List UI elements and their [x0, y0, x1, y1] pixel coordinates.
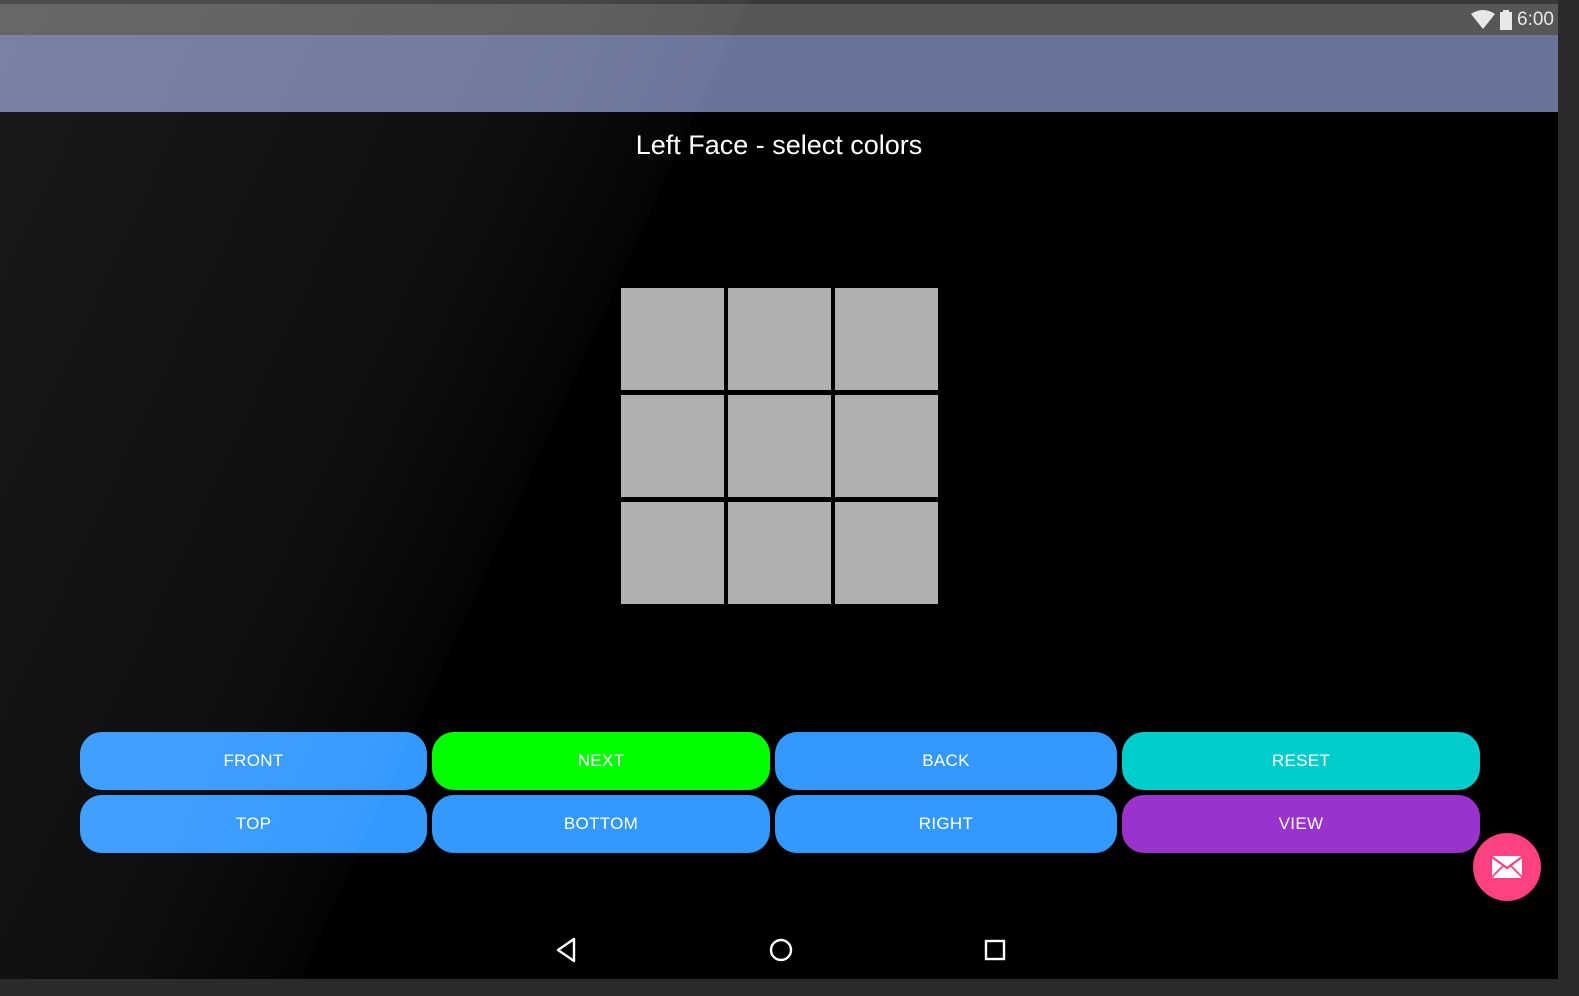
- wifi-icon: [1471, 10, 1496, 29]
- mail-icon: [1491, 856, 1523, 878]
- status-icons: 6:00: [1471, 9, 1554, 31]
- nav-recents-icon: [984, 939, 1006, 961]
- nav-home-button[interactable]: [766, 935, 796, 965]
- facelet-cell[interactable]: [835, 502, 938, 604]
- nav-home-icon: [769, 938, 793, 962]
- facelet-cell[interactable]: [621, 288, 724, 390]
- facelet-cell[interactable]: [728, 288, 831, 390]
- status-bar: 6:00: [0, 4, 1558, 35]
- nav-recents-button[interactable]: [980, 935, 1010, 965]
- facelet-cell[interactable]: [728, 502, 831, 604]
- front-button[interactable]: FRONT: [80, 732, 427, 790]
- facelet-cell[interactable]: [835, 395, 938, 497]
- right-button[interactable]: RIGHT: [775, 795, 1117, 853]
- view-button[interactable]: VIEW: [1122, 795, 1480, 853]
- cube-face-grid: [621, 288, 939, 605]
- back-button[interactable]: BACK: [775, 732, 1117, 790]
- app-bar: [0, 35, 1558, 112]
- reset-button[interactable]: RESET: [1122, 732, 1480, 790]
- nav-back-button[interactable]: [551, 935, 581, 965]
- next-button[interactable]: NEXT: [432, 732, 770, 790]
- nav-back-icon: [556, 937, 576, 963]
- mail-fab-button[interactable]: [1473, 833, 1541, 901]
- battery-icon: [1500, 10, 1513, 30]
- top-button[interactable]: TOP: [80, 795, 427, 853]
- device-screen: 6:00 Left Face - select colors FRONT NEX…: [0, 0, 1558, 979]
- window-frame-bottom: [0, 979, 1579, 996]
- bottom-button[interactable]: BOTTOM: [432, 795, 770, 853]
- status-time: 6:00: [1517, 9, 1554, 30]
- facelet-cell[interactable]: [621, 395, 724, 497]
- window-frame-right: [1558, 0, 1579, 996]
- facelet-cell[interactable]: [835, 288, 938, 390]
- facelet-cell[interactable]: [621, 502, 724, 604]
- page-title: Left Face - select colors: [635, 130, 923, 160]
- facelet-cell[interactable]: [728, 395, 831, 497]
